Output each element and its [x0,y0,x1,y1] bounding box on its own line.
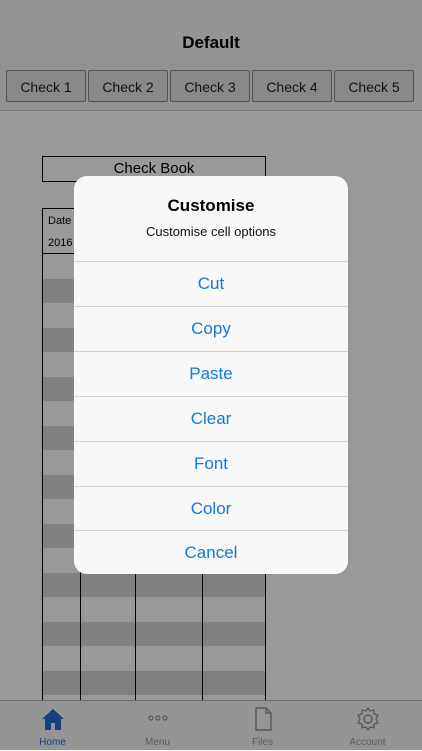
dialog-title: Customise [167,196,255,215]
font-button[interactable]: Font [74,441,348,485]
customise-dialog: Customise Customise cell options Cut Cop… [74,176,348,574]
color-button[interactable]: Color [74,486,348,530]
cancel-button[interactable]: Cancel [74,530,348,574]
cut-button[interactable]: Cut [74,261,348,305]
dialog-message: Customise cell options [145,224,277,239]
paste-button[interactable]: Paste [74,351,348,395]
clear-button[interactable]: Clear [74,396,348,440]
copy-button[interactable]: Copy [74,306,348,350]
